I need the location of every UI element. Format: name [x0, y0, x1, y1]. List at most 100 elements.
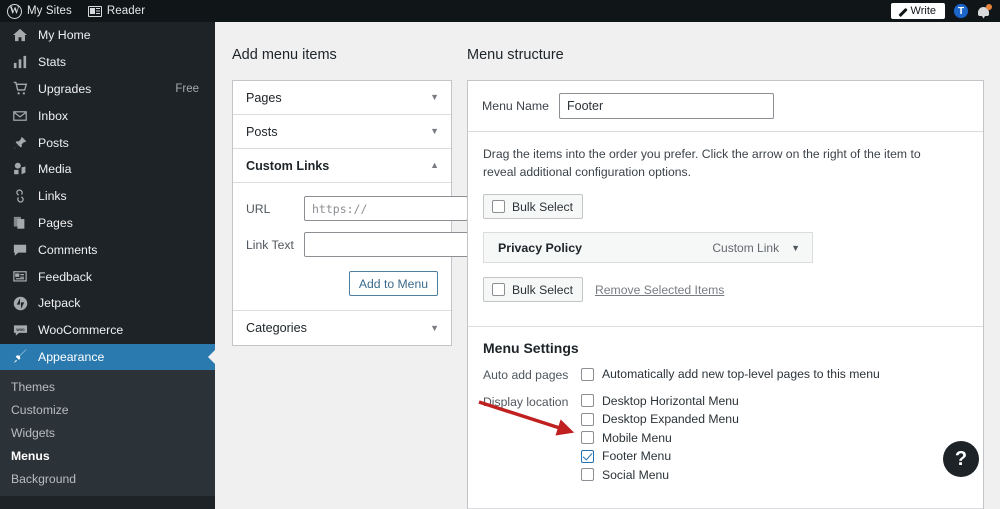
- url-label: URL: [246, 201, 271, 216]
- avatar[interactable]: T: [953, 3, 969, 19]
- sidebar-label: Media: [38, 162, 72, 177]
- jetpack-icon: [11, 294, 29, 312]
- sidebar-item-stats[interactable]: Stats: [0, 49, 215, 76]
- location-label: Mobile Menu: [602, 430, 672, 445]
- write-button[interactable]: Write: [890, 3, 945, 19]
- sidebar-label: Links: [38, 189, 67, 204]
- sidebar-item-comments[interactable]: Comments: [0, 236, 215, 263]
- bulk-select-bottom-button[interactable]: Bulk Select: [483, 277, 583, 303]
- submenu-label: Customize: [11, 402, 69, 417]
- add-menu-items-column: Add menu items Pages ▼ Posts ▼ Custom Li…: [232, 47, 479, 346]
- display-location-label: Display location: [483, 394, 569, 409]
- notifications-button[interactable]: [977, 3, 992, 19]
- bulk-select-bottom-checkbox[interactable]: [492, 283, 505, 297]
- submenu-item-menus[interactable]: Menus: [0, 444, 215, 467]
- admin-bar-my-sites[interactable]: My Sites: [0, 0, 81, 22]
- chevron-down-icon: ▼: [430, 126, 439, 136]
- auto-add-pages-checkbox[interactable]: [581, 367, 594, 381]
- accordion-header-categories[interactable]: Categories ▼: [233, 311, 451, 345]
- accordion-label: Posts: [246, 124, 278, 139]
- bulk-select-top-label: Bulk Select: [512, 199, 573, 214]
- submenu-item-background[interactable]: Background: [0, 467, 215, 490]
- accordion-label: Custom Links: [246, 158, 330, 173]
- reader-label: Reader: [106, 5, 146, 17]
- accordion-label: Pages: [246, 90, 282, 105]
- add-to-menu-button[interactable]: Add to Menu: [348, 271, 438, 296]
- sidebar-label: Upgrades: [38, 81, 92, 96]
- sidebar-item-woocommerce[interactable]: woo WooCommerce: [0, 317, 215, 344]
- notification-dot: [986, 3, 992, 10]
- sidebar-item-appearance[interactable]: Appearance: [0, 343, 215, 371]
- reader-icon: [87, 5, 102, 17]
- bulk-select-top-button[interactable]: Bulk Select: [483, 194, 583, 220]
- wordpress-logo-icon: [7, 3, 22, 19]
- bulk-select-bottom-label: Bulk Select: [512, 282, 573, 297]
- url-input[interactable]: [304, 196, 468, 221]
- location-option-footer[interactable]: Footer Menu: [581, 449, 739, 463]
- submenu-label: Menus: [11, 448, 50, 463]
- custom-links-panel: URL Link Text Add to Menu: [233, 183, 479, 311]
- remove-selected-items-link[interactable]: Remove Selected Items: [595, 283, 724, 297]
- sidebar-item-my-home[interactable]: My Home: [0, 22, 215, 49]
- accordion-header-custom-links[interactable]: Custom Links ▲: [233, 149, 451, 183]
- mobile-menu-checkbox[interactable]: [581, 431, 594, 445]
- sidebar-item-media[interactable]: Media: [0, 156, 215, 183]
- location-option-desktop-expanded[interactable]: Desktop Expanded Menu: [581, 412, 739, 426]
- auto-add-pages-option[interactable]: Automatically add new top-level pages to…: [581, 367, 880, 381]
- menu-name-row: Menu Name: [468, 81, 983, 132]
- accordion-header-posts[interactable]: Posts ▼: [233, 115, 451, 149]
- submenu-label: Background: [11, 471, 77, 486]
- link-text-input[interactable]: [304, 232, 479, 257]
- sidebar-item-pages[interactable]: Pages: [0, 210, 215, 237]
- sidebar-item-upgrades[interactable]: Upgrades Free: [0, 76, 215, 103]
- footer-menu-checkbox[interactable]: [581, 449, 594, 463]
- menu-item-privacy-policy[interactable]: Privacy Policy Custom Link ▼: [483, 232, 813, 264]
- submenu-item-themes[interactable]: Themes: [0, 375, 215, 398]
- sidebar-label: Stats: [38, 55, 67, 70]
- menu-item-title: Privacy Policy: [498, 240, 583, 255]
- pin-icon: [11, 134, 29, 152]
- sidebar-item-jetpack[interactable]: Jetpack: [0, 290, 215, 317]
- sidebar-label: Posts: [38, 135, 69, 150]
- location-option-desktop-horizontal[interactable]: Desktop Horizontal Menu: [581, 394, 739, 408]
- chevron-down-icon: ▼: [430, 322, 439, 333]
- wordpress-admin-menus-screen: My Sites Reader Write T My Home: [0, 0, 1000, 509]
- location-label: Social Menu: [602, 467, 670, 482]
- accordion-header-pages[interactable]: Pages ▼: [233, 81, 451, 115]
- sidebar-item-inbox[interactable]: Inbox: [0, 102, 215, 129]
- admin-bar-reader[interactable]: Reader: [81, 0, 154, 22]
- menu-name-input[interactable]: [558, 93, 774, 119]
- sidebar-item-feedback[interactable]: Feedback: [0, 263, 215, 290]
- link-chain-icon: [11, 187, 29, 205]
- chevron-down-icon[interactable]: ▼: [791, 243, 800, 253]
- sidebar-item-posts[interactable]: Posts: [0, 129, 215, 156]
- auto-add-pages-option-label: Automatically add new top-level pages to…: [602, 367, 880, 382]
- write-label: Write: [910, 5, 936, 17]
- social-menu-checkbox[interactable]: [581, 468, 594, 482]
- desktop-horizontal-menu-checkbox[interactable]: [581, 394, 594, 408]
- pages-icon: [11, 214, 29, 232]
- link-text-field-row: Link Text: [246, 232, 479, 257]
- menu-item-type: Custom Link: [712, 240, 780, 255]
- home-icon: [11, 26, 29, 44]
- location-option-mobile[interactable]: Mobile Menu: [581, 431, 739, 445]
- location-option-social[interactable]: Social Menu: [581, 468, 739, 482]
- sidebar-label: Appearance: [38, 349, 105, 364]
- appearance-submenu: Themes Customize Widgets Menus Backgroun…: [0, 370, 215, 497]
- upgrades-plan-badge: Free: [175, 82, 199, 95]
- help-button[interactable]: ?: [943, 441, 979, 477]
- sidebar-label: Feedback: [38, 269, 93, 284]
- sidebar-label: Pages: [38, 215, 73, 230]
- media-icon: [11, 160, 29, 178]
- add-items-accordion: Pages ▼ Posts ▼ Custom Links ▲ URL https…: [232, 80, 479, 346]
- sidebar-label: My Home: [38, 28, 91, 43]
- submenu-item-widgets[interactable]: Widgets: [0, 421, 215, 444]
- bulk-select-top-checkbox[interactable]: [492, 200, 505, 214]
- feedback-icon: [11, 268, 29, 286]
- my-sites-label: My Sites: [27, 5, 72, 17]
- submenu-item-customize[interactable]: Customize: [0, 398, 215, 421]
- desktop-expanded-menu-checkbox[interactable]: [581, 412, 594, 426]
- sidebar-item-links[interactable]: Links: [0, 183, 215, 210]
- paintbrush-icon: [11, 348, 29, 366]
- sidebar-label: WooCommerce: [38, 323, 124, 338]
